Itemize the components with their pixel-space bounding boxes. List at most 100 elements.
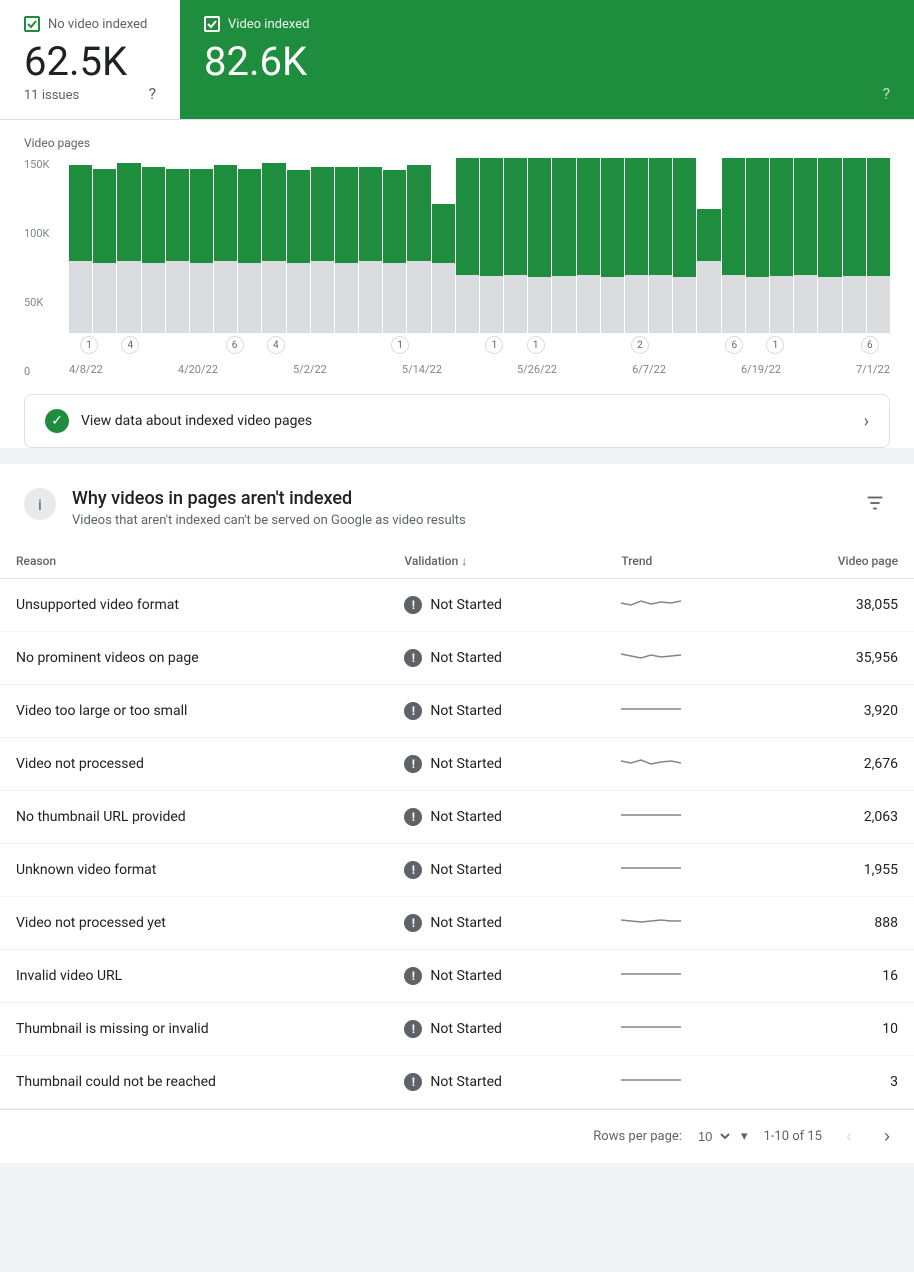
badge-6: 6 <box>226 336 244 354</box>
col-video-page: Video page <box>759 544 914 579</box>
rows-per-page-select[interactable]: 10 25 50 <box>690 1126 733 1147</box>
table-row[interactable]: Video too large or too small ! Not Start… <box>0 685 914 738</box>
not-started-label: Not Started <box>430 756 502 772</box>
table-row[interactable]: Unsupported video format ! Not Started 3… <box>0 579 914 632</box>
not-started-label: Not Started <box>430 968 502 984</box>
not-started-icon: ! <box>404 861 422 879</box>
bar-10 <box>287 158 310 333</box>
bars-area <box>69 158 890 333</box>
sort-icon[interactable]: ↓ <box>461 554 467 568</box>
bar-30 <box>794 158 817 333</box>
not-started-icon: ! <box>404 649 422 667</box>
dropdown-icon: ▾ <box>741 1129 748 1144</box>
chart-section: Video pages 150K 100K 50K 0 <box>0 120 914 448</box>
col-validation: Validation ↓ <box>388 544 605 579</box>
y-label-50k: 50K <box>24 296 64 309</box>
bar-4 <box>142 158 165 333</box>
trend-cell <box>605 950 759 1003</box>
reason-cell: Thumbnail is missing or invalid <box>0 1003 388 1056</box>
table-row[interactable]: Video not processed yet ! Not Started 88… <box>0 897 914 950</box>
bar-5 <box>166 158 189 333</box>
validation-cell: ! Not Started <box>388 1056 605 1109</box>
stats-row: No video indexed 62.5K 11 issues ? Video… <box>0 0 914 120</box>
help-icon-video-indexed[interactable]: ? <box>882 84 890 103</box>
bar-28 <box>746 158 769 333</box>
not-started-icon: ! <box>404 1073 422 1091</box>
bar-24 <box>649 158 672 333</box>
x-label-2: 4/20/22 <box>178 363 218 376</box>
trend-chart <box>621 858 681 878</box>
not-started-label: Not Started <box>430 915 502 931</box>
no-video-label: No video indexed <box>48 17 147 32</box>
validation-cell: ! Not Started <box>388 897 605 950</box>
badge-2: 2 <box>631 336 649 354</box>
not-started-icon: ! <box>404 1020 422 1038</box>
badge-1e: 1 <box>766 336 784 354</box>
x-label-7: 6/19/22 <box>741 363 781 376</box>
help-icon-no-video[interactable]: ? <box>148 84 156 103</box>
prev-page-button[interactable]: ‹ <box>838 1122 860 1151</box>
trend-cell <box>605 844 759 897</box>
table-row[interactable]: No prominent videos on page ! Not Starte… <box>0 632 914 685</box>
trend-chart <box>621 646 681 666</box>
video-page-count: 3 <box>759 1056 914 1109</box>
bar-33 <box>867 158 890 333</box>
trend-chart <box>621 752 681 772</box>
reason-cell: Video too large or too small <box>0 685 388 738</box>
trend-cell <box>605 632 759 685</box>
reason-cell: No thumbnail URL provided <box>0 791 388 844</box>
bar-15 <box>407 158 430 333</box>
bar-13 <box>359 158 382 333</box>
video-page-count: 1,955 <box>759 844 914 897</box>
reason-cell: No prominent videos on page <box>0 632 388 685</box>
table-row[interactable]: Invalid video URL ! Not Started 16 <box>0 950 914 1003</box>
no-video-header: No video indexed <box>24 16 156 32</box>
not-started-label: Not Started <box>430 703 502 719</box>
badge-1d: 1 <box>527 336 545 354</box>
badge-1b: 1 <box>391 336 409 354</box>
reason-cell: Unknown video format <box>0 844 388 897</box>
table-row[interactable]: Thumbnail is missing or invalid ! Not St… <box>0 1003 914 1056</box>
video-indexed-count: 82.6K <box>204 40 890 84</box>
bar-18 <box>504 158 527 333</box>
not-started-icon: ! <box>404 702 422 720</box>
why-section: i Why videos in pages aren't indexed Vid… <box>0 464 914 1163</box>
filter-button[interactable] <box>860 488 890 523</box>
not-started-icon: ! <box>404 808 422 826</box>
x-label-5: 5/26/22 <box>517 363 557 376</box>
bar-spike <box>456 158 479 333</box>
view-indexed-data-row[interactable]: ✓ View data about indexed video pages › <box>24 394 890 448</box>
not-started-icon: ! <box>404 967 422 985</box>
table-row[interactable]: Video not processed ! Not Started 2,676 <box>0 738 914 791</box>
bar-26 <box>697 158 720 333</box>
not-started-label: Not Started <box>430 809 502 825</box>
chart-container: 150K 100K 50K 0 <box>24 158 890 378</box>
page-info: 1-10 of 15 <box>763 1129 822 1144</box>
bar-29 <box>770 158 793 333</box>
trend-chart <box>621 699 681 719</box>
table-row[interactable]: Unknown video format ! Not Started 1,955 <box>0 844 914 897</box>
next-page-button[interactable]: › <box>876 1122 898 1151</box>
bar-27 <box>722 158 745 333</box>
table-row[interactable]: Thumbnail could not be reached ! Not Sta… <box>0 1056 914 1109</box>
trend-chart <box>621 964 681 984</box>
bar-7 <box>214 158 237 333</box>
bar-8 <box>238 158 261 333</box>
bar-2 <box>93 158 116 333</box>
validation-cell: ! Not Started <box>388 632 605 685</box>
y-label-150k: 150K <box>24 158 64 171</box>
trend-cell <box>605 579 759 632</box>
table-row[interactable]: No thumbnail URL provided ! Not Started … <box>0 791 914 844</box>
badge-1c: 1 <box>485 336 503 354</box>
validation-cell: ! Not Started <box>388 738 605 791</box>
not-started-icon: ! <box>404 755 422 773</box>
chevron-right-icon: › <box>864 411 869 432</box>
no-video-issues: 11 issues <box>24 88 79 103</box>
bar-6 <box>190 158 213 333</box>
bar-17 <box>480 158 503 333</box>
video-page-count: 10 <box>759 1003 914 1056</box>
no-video-card: No video indexed 62.5K 11 issues ? <box>0 0 180 119</box>
table-header-row: Reason Validation ↓ Trend Video page <box>0 544 914 579</box>
bar-22 <box>601 158 624 333</box>
chart-x-labels: 4/8/22 4/20/22 5/2/22 5/14/22 5/26/22 6/… <box>69 363 890 376</box>
